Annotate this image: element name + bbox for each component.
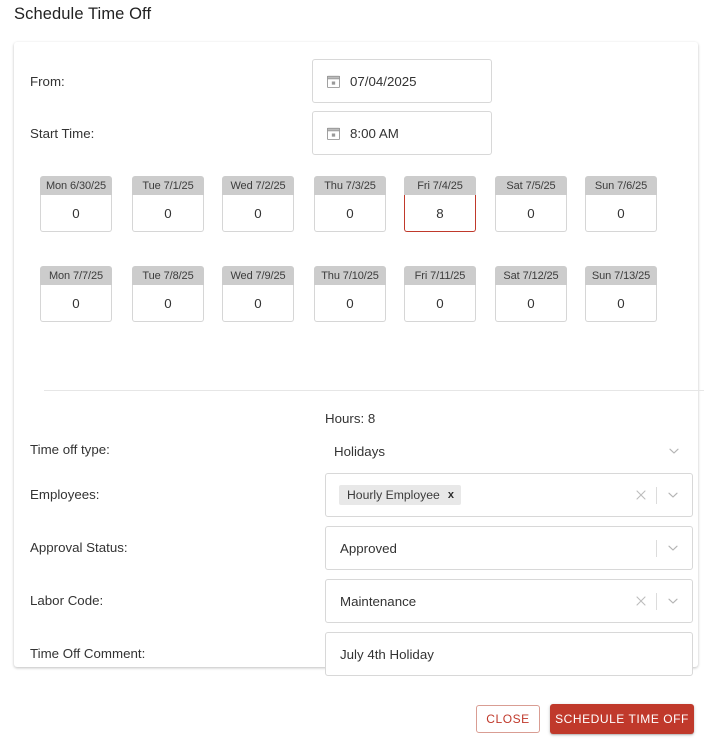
approval-status-label: Approval Status: — [30, 540, 128, 555]
time-off-type-value: Holidays — [325, 444, 667, 459]
close-button[interactable]: CLOSE — [476, 705, 540, 733]
day-hours-input[interactable]: 0 — [40, 285, 112, 322]
day-cell: Thu 7/3/250 — [314, 176, 386, 232]
day-cell-header: Fri 7/11/25 — [404, 266, 476, 285]
employee-chip-label: Hourly Employee — [347, 488, 440, 502]
hours-summary: Hours: 8 — [325, 411, 375, 426]
start-time-label: Start Time: — [30, 126, 312, 141]
day-cell-header: Sat 7/5/25 — [495, 176, 567, 195]
from-date-value: 07/04/2025 — [350, 74, 417, 89]
schedule-time-off-dialog: Schedule Time Off From: 07/04/2025 Start… — [0, 0, 711, 746]
approval-status-select[interactable]: Approved — [325, 526, 693, 570]
employees-multiselect[interactable]: Hourly Employee x — [325, 473, 693, 517]
day-cell-header: Mon 6/30/25 — [40, 176, 112, 195]
time-off-type-label: Time off type: — [30, 442, 110, 457]
employees-label: Employees: — [30, 487, 99, 502]
day-cell: Fri 7/4/258 — [404, 176, 476, 232]
day-cell-header: Sun 7/13/25 — [585, 266, 657, 285]
day-cell: Wed 7/2/250 — [222, 176, 294, 232]
day-cell: Sat 7/12/250 — [495, 266, 567, 322]
time-off-comment-input[interactable]: July 4th Holiday — [325, 632, 693, 676]
day-cell: Mon 6/30/250 — [40, 176, 112, 232]
day-cell: Sat 7/5/250 — [495, 176, 567, 232]
clear-icon[interactable] — [635, 595, 647, 607]
start-time-input[interactable]: 8:00 AM — [312, 111, 492, 155]
chevron-down-icon[interactable] — [667, 444, 681, 458]
day-cell-header: Thu 7/3/25 — [314, 176, 386, 195]
day-hours-input[interactable]: 0 — [40, 195, 112, 232]
day-cell: Thu 7/10/250 — [314, 266, 386, 322]
chevron-down-icon[interactable] — [666, 541, 680, 555]
day-hours-input[interactable]: 0 — [314, 195, 386, 232]
day-hours-input[interactable]: 0 — [585, 195, 657, 232]
start-time-value: 8:00 AM — [350, 126, 399, 141]
day-hours-input[interactable]: 0 — [314, 285, 386, 322]
day-cell: Mon 7/7/250 — [40, 266, 112, 322]
day-cell: Tue 7/8/250 — [132, 266, 204, 322]
day-hours-input[interactable]: 0 — [222, 195, 294, 232]
day-hours-input[interactable]: 0 — [222, 285, 294, 322]
day-cell-header: Wed 7/9/25 — [222, 266, 294, 285]
day-cell: Sun 7/6/250 — [585, 176, 657, 232]
day-hours-input[interactable]: 0 — [585, 285, 657, 322]
employee-chip-list: Hourly Employee x — [326, 485, 635, 505]
chevron-down-icon[interactable] — [666, 488, 680, 502]
start-time-row: Start Time: 8:00 AM — [30, 111, 680, 155]
employee-chip-remove-icon[interactable]: x — [448, 490, 454, 501]
day-hours-input[interactable]: 0 — [132, 285, 204, 322]
control-separator — [656, 593, 657, 610]
day-cell-header: Sun 7/6/25 — [585, 176, 657, 195]
day-cell: Sun 7/13/250 — [585, 266, 657, 322]
approval-status-value: Approved — [326, 541, 647, 556]
from-row: From: 07/04/2025 — [30, 59, 680, 103]
labor-code-select[interactable]: Maintenance — [325, 579, 693, 623]
page-title: Schedule Time Off — [14, 5, 151, 24]
day-hours-input[interactable]: 0 — [404, 285, 476, 322]
day-hours-input[interactable]: 8 — [404, 195, 476, 232]
day-cell-header: Mon 7/7/25 — [40, 266, 112, 285]
labor-code-label: Labor Code: — [30, 593, 103, 608]
chevron-down-icon[interactable] — [666, 594, 680, 608]
day-cell: Tue 7/1/250 — [132, 176, 204, 232]
day-cell-header: Tue 7/8/25 — [132, 266, 204, 285]
time-off-comment-value: July 4th Holiday — [326, 647, 692, 662]
section-divider — [44, 390, 704, 391]
schedule-time-off-button[interactable]: SCHEDULE TIME OFF — [550, 704, 694, 734]
day-cell: Fri 7/11/250 — [404, 266, 476, 322]
labor-code-value: Maintenance — [326, 594, 635, 609]
day-cell: Wed 7/9/250 — [222, 266, 294, 322]
dialog-card: From: 07/04/2025 Start Time: 8:00 AM — [14, 42, 698, 667]
calendar-icon — [327, 75, 340, 88]
day-cell-header: Wed 7/2/25 — [222, 176, 294, 195]
day-hours-input[interactable]: 0 — [132, 195, 204, 232]
control-separator — [656, 487, 657, 504]
time-off-type-select[interactable]: Holidays — [325, 438, 693, 464]
day-cell-header: Sat 7/12/25 — [495, 266, 567, 285]
day-cell-header: Fri 7/4/25 — [404, 176, 476, 195]
day-cell-header: Tue 7/1/25 — [132, 176, 204, 195]
control-separator — [656, 540, 657, 557]
day-hours-input[interactable]: 0 — [495, 195, 567, 232]
from-label: From: — [30, 74, 312, 89]
from-date-input[interactable]: 07/04/2025 — [312, 59, 492, 103]
calendar-icon — [327, 127, 340, 140]
day-hours-input[interactable]: 0 — [495, 285, 567, 322]
employee-chip[interactable]: Hourly Employee x — [339, 485, 461, 505]
time-off-comment-label: Time Off Comment: — [30, 646, 145, 661]
day-cell-header: Thu 7/10/25 — [314, 266, 386, 285]
clear-icon[interactable] — [635, 489, 647, 501]
